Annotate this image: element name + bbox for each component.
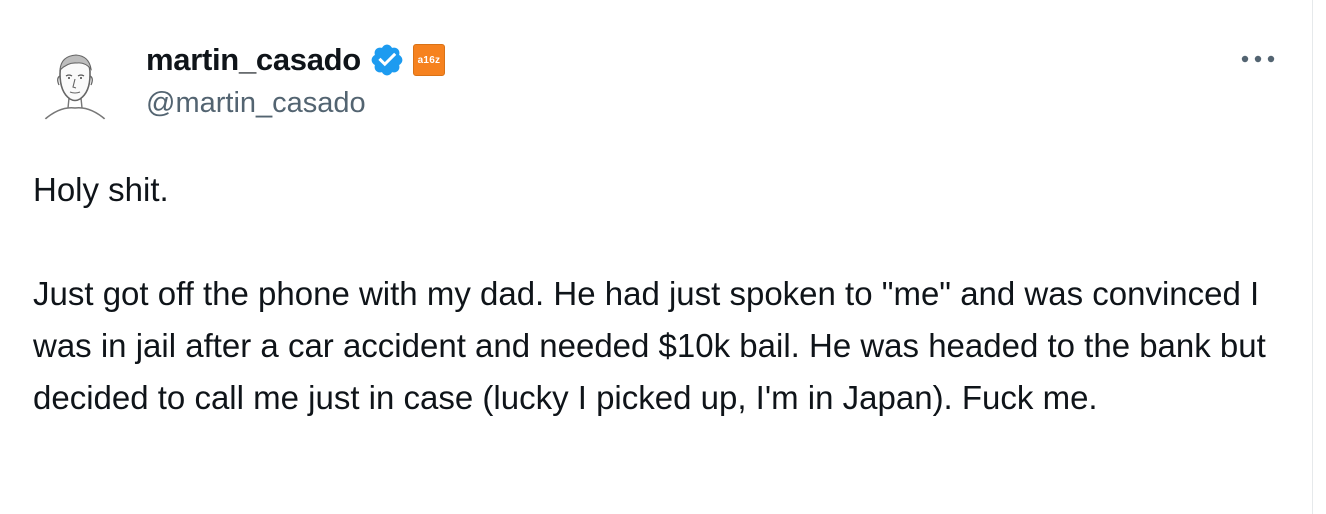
more-options-icon [1241, 55, 1275, 63]
tweet-text: Holy shit. Just got off the phone with m… [33, 171, 1266, 416]
affiliation-badge[interactable]: a16z [412, 44, 445, 76]
more-options-button[interactable] [1238, 42, 1278, 76]
author-handle[interactable]: @martin_casado [146, 84, 366, 122]
author-display-name[interactable]: martin_casado [146, 40, 361, 80]
author-name-row: martin_casado a16z [146, 40, 445, 80]
sketch-portrait-icon [31, 41, 119, 129]
verified-badge-icon[interactable] [369, 42, 405, 78]
tweet-card: martin_casado a16z @martin_casado Holy s… [0, 0, 1313, 514]
author-avatar[interactable] [30, 40, 120, 130]
affiliation-badge-label: a16z [417, 54, 441, 66]
